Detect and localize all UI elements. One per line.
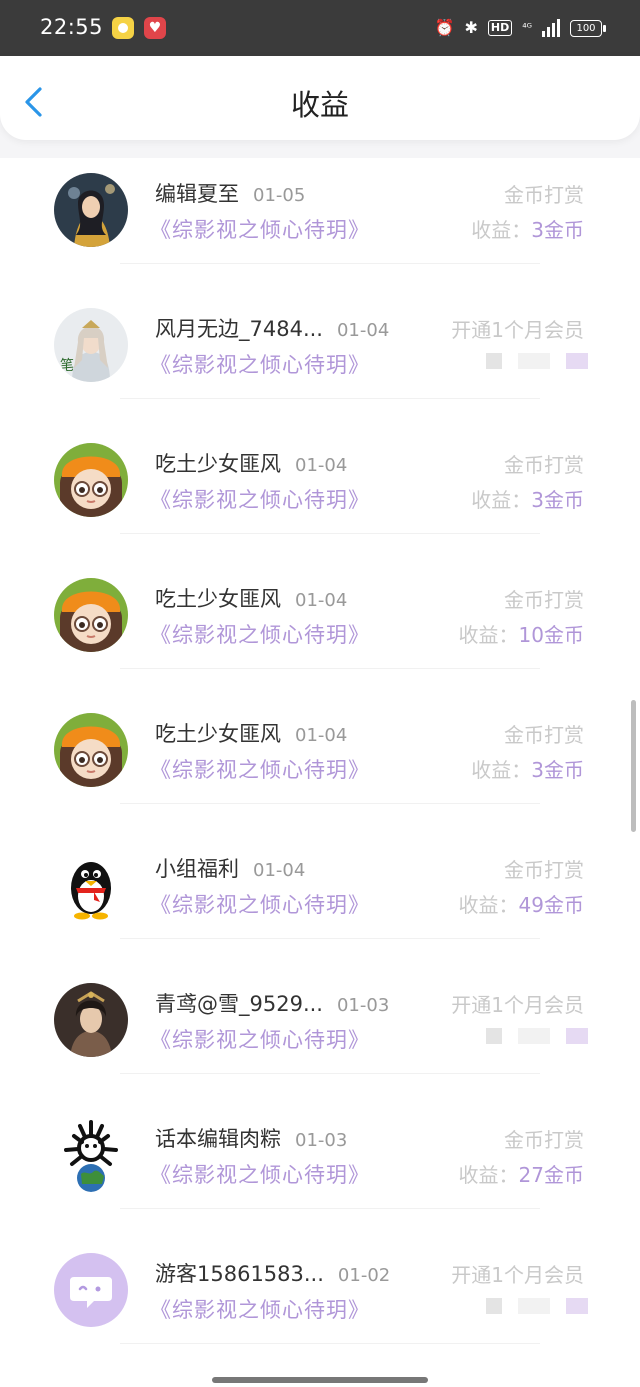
earning-type: 开通1个月会员 bbox=[451, 993, 584, 1017]
earning-amount: 收益：3金币 bbox=[471, 488, 584, 512]
entry-date: 01-04 bbox=[295, 590, 348, 611]
avatar[interactable] bbox=[54, 173, 128, 247]
network-type: ⁴ᴳ bbox=[522, 21, 532, 34]
divider bbox=[120, 398, 540, 399]
blurred-earning bbox=[486, 353, 588, 369]
status-icons: ⏰ ✱ HD ⁴ᴳ 100 bbox=[434, 16, 606, 40]
user-name: 话本编辑肉粽 01-03 bbox=[155, 1127, 348, 1151]
user-name: 小组福利 01-04 bbox=[155, 857, 306, 881]
divider bbox=[120, 668, 540, 669]
entry-date: 01-04 bbox=[253, 860, 306, 881]
user-name: 吃土少女匪风 01-04 bbox=[155, 722, 348, 746]
divider bbox=[120, 263, 540, 264]
entry-date: 01-04 bbox=[295, 725, 348, 746]
user-name: 编辑夏至 01-05 bbox=[155, 182, 306, 206]
list-item[interactable]: 吃土少女匪风 01-04 《综影视之倾心待玥》 金币打赏收益：3金币 bbox=[0, 428, 640, 563]
earning-type: 开通1个月会员 bbox=[451, 318, 584, 342]
hd-icon: HD bbox=[487, 20, 513, 36]
bluetooth-icon: ✱ bbox=[464, 18, 478, 37]
home-indicator[interactable] bbox=[212, 1377, 428, 1383]
list-item[interactable]: 青鸢@雪_9529... 01-03 《综影视之倾心待玥》 开通1个月会员 bbox=[0, 968, 640, 1103]
divider bbox=[120, 1343, 540, 1344]
notification-app-icon-2: ♥ bbox=[144, 17, 166, 39]
blurred-earning bbox=[486, 1298, 588, 1314]
book-title: 《综影视之倾心待玥》 bbox=[150, 623, 370, 647]
list-item[interactable]: 编辑夏至 01-05 《综影视之倾心待玥》 金币打赏收益：3金币 bbox=[0, 158, 640, 293]
earning-type: 金币打赏 bbox=[504, 858, 584, 882]
earning-amount: 收益：49金币 bbox=[458, 893, 584, 917]
blurred-earning bbox=[486, 1028, 588, 1044]
scrollbar[interactable] bbox=[631, 700, 636, 832]
divider bbox=[120, 938, 540, 939]
user-name: 吃土少女匪风 01-04 bbox=[155, 587, 348, 611]
earning-type: 金币打赏 bbox=[504, 723, 584, 747]
entry-date: 01-03 bbox=[295, 1130, 348, 1151]
user-name: 吃土少女匪风 01-04 bbox=[155, 452, 348, 476]
earning-type: 金币打赏 bbox=[504, 588, 584, 612]
avatar[interactable] bbox=[54, 848, 128, 922]
book-title: 《综影视之倾心待玥》 bbox=[150, 893, 370, 917]
earning-amount: 收益：3金币 bbox=[471, 218, 584, 242]
user-name: 青鸢@雪_9529... 01-03 bbox=[155, 992, 390, 1016]
list-item[interactable]: 吃土少女匪风 01-04 《综影视之倾心待玥》 金币打赏收益：10金币 bbox=[0, 563, 640, 698]
earning-type: 开通1个月会员 bbox=[451, 1263, 584, 1287]
earning-amount: 收益：10金币 bbox=[458, 623, 584, 647]
earning-amount: 收益：27金币 bbox=[458, 1163, 584, 1187]
avatar[interactable] bbox=[54, 443, 128, 517]
divider bbox=[120, 533, 540, 534]
avatar[interactable] bbox=[54, 578, 128, 652]
divider bbox=[120, 1208, 540, 1209]
avatar[interactable] bbox=[54, 713, 128, 787]
book-title: 《综影视之倾心待玥》 bbox=[150, 488, 370, 512]
entry-date: 01-03 bbox=[336, 995, 390, 1016]
notification-app-icon bbox=[112, 17, 134, 39]
divider bbox=[120, 1073, 540, 1074]
battery-icon: 100 bbox=[570, 19, 606, 37]
list-item[interactable]: 吃土少女匪风 01-04 《综影视之倾心待玥》 金币打赏收益：3金币 bbox=[0, 698, 640, 833]
book-title: 《综影视之倾心待玥》 bbox=[150, 353, 370, 377]
earning-amount: 收益：3金币 bbox=[471, 758, 584, 782]
avatar[interactable] bbox=[54, 983, 128, 1057]
earning-type: 金币打赏 bbox=[504, 183, 584, 207]
signal-icon bbox=[542, 19, 560, 37]
book-title: 《综影视之倾心待玥》 bbox=[150, 1298, 370, 1322]
user-name: 风月无边_7484... 01-04 bbox=[155, 317, 390, 341]
book-title: 《综影视之倾心待玥》 bbox=[150, 758, 370, 782]
svg-text:笔: 笔 bbox=[60, 358, 74, 374]
avatar[interactable] bbox=[54, 1253, 128, 1327]
entry-date: 01-05 bbox=[253, 185, 306, 206]
earning-type: 金币打赏 bbox=[504, 1128, 584, 1152]
book-title: 《综影视之倾心待玥》 bbox=[150, 1028, 370, 1052]
status-time: 22:55 bbox=[40, 15, 104, 39]
list-item[interactable]: 笔 风月无边_7484... 01-04 《综影视之倾心待玥》 开通1个月会员 bbox=[0, 293, 640, 428]
list-item[interactable]: 话本编辑肉粽 01-03 《综影视之倾心待玥》 金币打赏收益：27金币 bbox=[0, 1103, 640, 1238]
entry-date: 01-02 bbox=[337, 1265, 391, 1286]
status-bar: 22:55 ♥ ⏰ ✱ HD ⁴ᴳ 100 bbox=[0, 0, 640, 56]
list-item[interactable]: 游客15861583... 01-02 《综影视之倾心待玥》 开通1个月会员 bbox=[0, 1238, 640, 1373]
divider bbox=[120, 803, 540, 804]
entry-date: 01-04 bbox=[295, 455, 348, 476]
list-item[interactable]: 小组福利 01-04 《综影视之倾心待玥》 金币打赏收益：49金币 bbox=[0, 833, 640, 968]
avatar[interactable] bbox=[54, 1118, 128, 1192]
alarm-icon: ⏰ bbox=[434, 18, 455, 37]
user-name: 游客15861583... 01-02 bbox=[155, 1262, 391, 1286]
avatar[interactable]: 笔 bbox=[54, 308, 128, 382]
page-title: 收益 bbox=[290, 88, 349, 122]
header-bar: 收益 bbox=[0, 56, 640, 140]
earning-type: 金币打赏 bbox=[504, 453, 584, 477]
book-title: 《综影视之倾心待玥》 bbox=[150, 218, 370, 242]
entry-date: 01-04 bbox=[336, 320, 390, 341]
book-title: 《综影视之倾心待玥》 bbox=[150, 1163, 370, 1187]
earnings-list: 编辑夏至 01-05 《综影视之倾心待玥》 金币打赏 收益：3金币笔风月无边_7484.… bbox=[0, 158, 640, 1387]
